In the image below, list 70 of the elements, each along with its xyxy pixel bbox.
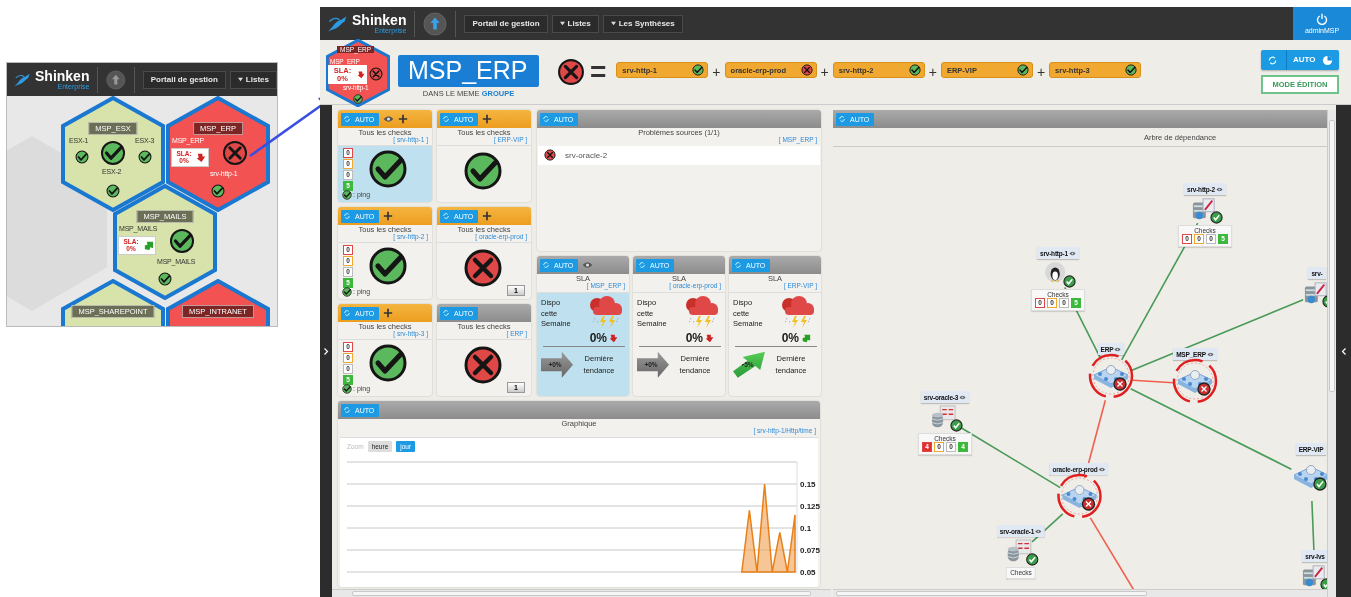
- host-node-icon[interactable]: [1043, 261, 1073, 287]
- horizontal-scrollbar[interactable]: [332, 589, 831, 597]
- sla-value: 0%: [685, 330, 703, 345]
- side-panel-toggle[interactable]: [1336, 105, 1351, 597]
- network-cluster-icon[interactable]: [1088, 353, 1134, 399]
- horizontal-scrollbar[interactable]: [833, 589, 1327, 597]
- up-arrow-button[interactable]: [106, 67, 126, 92]
- logo-text: Shinken: [35, 69, 90, 83]
- refresh-icon: [638, 261, 646, 269]
- plus-sign: +: [712, 64, 721, 80]
- auto-refresh-button[interactable]: AUTO: [1261, 50, 1339, 70]
- nav-button[interactable]: Listes: [551, 14, 599, 33]
- server-icon: [1302, 281, 1327, 305]
- equals-sign: =: [590, 58, 607, 86]
- axis-tick-label: 0.15: [800, 479, 816, 489]
- problem-name: srv-oracle-2: [565, 150, 608, 160]
- auto-label: AUTO: [1286, 50, 1322, 70]
- chevron-left-icon: [1340, 346, 1347, 356]
- plus-icon[interactable]: [383, 308, 394, 318]
- plus-icon[interactable]: [482, 114, 493, 124]
- check-circle-icon: [138, 150, 152, 164]
- power-icon: [1316, 13, 1328, 25]
- plus-icon[interactable]: [482, 211, 493, 221]
- axis-tick-label: 0.1: [800, 523, 812, 533]
- plus-sign: +: [928, 64, 937, 80]
- host-node-icon[interactable]: [930, 405, 960, 431]
- server-icon: [1300, 564, 1327, 588]
- plus-icon[interactable]: [398, 114, 409, 124]
- axis-tick-label: 0.075: [800, 545, 820, 555]
- axis-tick-label: 0.125: [800, 501, 820, 511]
- database-icon: [930, 405, 958, 429]
- plus-sign: +: [1036, 64, 1046, 80]
- chevron-right-icon: [323, 346, 329, 356]
- refresh-icon: [1267, 54, 1278, 66]
- refresh-icon: [343, 406, 351, 414]
- page-title: MSP_ERP: [398, 54, 539, 87]
- eye-icon[interactable]: [383, 115, 395, 123]
- refresh-icon: [343, 212, 351, 220]
- refresh-icon: [542, 115, 550, 123]
- check-circle-icon: [106, 184, 120, 198]
- plus-icon[interactable]: [383, 211, 394, 221]
- network-cluster-icon[interactable]: [1172, 358, 1218, 404]
- refresh-icon: [734, 261, 742, 269]
- nav-button[interactable]: Listes: [229, 70, 277, 89]
- server-icon: [1190, 197, 1218, 221]
- refresh-icon: [442, 309, 450, 317]
- refresh-icon: [442, 115, 450, 123]
- axis-tick-label: 0.05: [800, 567, 816, 577]
- refresh-icon: [542, 261, 550, 269]
- nav-button[interactable]: Les Synthèses: [602, 14, 683, 33]
- sla-value: 0%: [589, 330, 607, 345]
- pie-chart-icon: [1322, 54, 1333, 66]
- host-node-icon[interactable]: [1006, 539, 1036, 565]
- host-node-icon[interactable]: [1190, 197, 1220, 223]
- sla-value: 0%: [781, 330, 799, 345]
- database-icon: [1006, 539, 1034, 563]
- problem-row[interactable]: srv-oracle-2: [538, 145, 820, 165]
- side-panel-toggle[interactable]: [320, 105, 332, 597]
- refresh-icon: [343, 115, 351, 123]
- refresh-icon: [442, 212, 450, 220]
- nav-button[interactable]: Portail de gestion: [142, 70, 226, 89]
- refresh-icon: [343, 309, 351, 317]
- up-arrow-button[interactable]: [423, 11, 448, 36]
- nav-button[interactable]: Portail de gestion: [464, 14, 548, 33]
- plus-sign: +: [820, 64, 829, 80]
- vertical-scrollbar[interactable]: [1327, 110, 1336, 597]
- refresh-icon: [838, 115, 846, 123]
- network-cluster-icon[interactable]: [1056, 473, 1102, 519]
- logo-text: Shinken: [352, 13, 407, 27]
- eye-icon[interactable]: [582, 261, 594, 269]
